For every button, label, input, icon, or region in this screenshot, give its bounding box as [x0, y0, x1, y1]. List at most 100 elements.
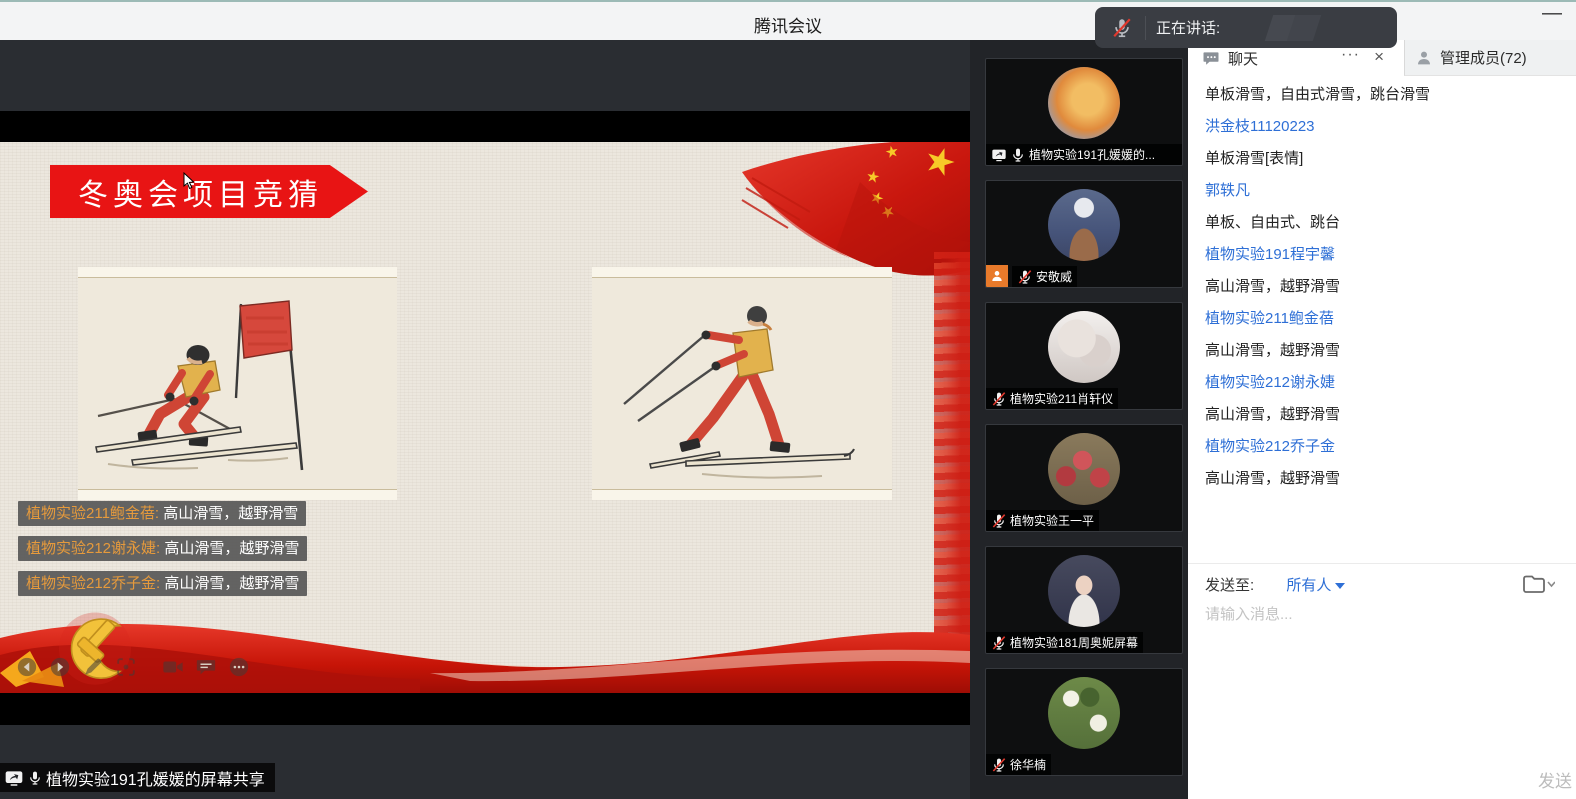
avatar [1048, 433, 1120, 505]
avatar [1048, 189, 1120, 261]
chat-message: 单板滑雪[表情] [1205, 148, 1563, 170]
participant-video-column: 植物实验191孔媛媛的... 安敬威 植物实验211肖轩仪 [970, 40, 1188, 799]
participant-name: 安敬威 [1036, 268, 1072, 285]
speaking-indicator: 正在讲话: [1095, 7, 1397, 48]
participant-tile[interactable]: 植物实验191孔媛媛的... [985, 58, 1183, 166]
chat-more-button[interactable]: ··· [1341, 46, 1360, 64]
chat-folder-button[interactable] [1521, 572, 1555, 596]
chat-sender: 郭轶凡 [1205, 180, 1563, 202]
crosscountry-skier-drawing [592, 277, 892, 490]
mic-icon [27, 770, 43, 786]
chat-message: 高山滑雪，越野滑雪 [1205, 340, 1563, 362]
participant-name: 植物实验211肖轩仪 [1010, 390, 1113, 407]
red-ribbon-decoration [0, 593, 970, 693]
next-slide-button[interactable] [49, 656, 71, 678]
mic-muted-icon [991, 513, 1007, 529]
chat-sender: 植物实验212乔子金 [1205, 436, 1563, 458]
chat-sender: 植物实验211鲍金蓓 [1205, 308, 1563, 330]
presentation-controls [16, 656, 261, 678]
mic-muted-icon [991, 391, 1007, 407]
screen-share-icon [991, 147, 1007, 163]
screen-share-label: 植物实验191孔媛媛的屏幕共享 [46, 766, 265, 790]
presentation-slide: 冬奥会项目竞猜 [0, 142, 970, 693]
participant-tile[interactable]: 徐华楠 [985, 668, 1183, 776]
participant-name-bar: 植物实验181周奥妮屏幕 [986, 632, 1143, 653]
alpine-skier-drawing [78, 277, 397, 490]
chat-message-list: 单板滑雪，自由式滑雪，跳台滑雪 洪金枝11120223 单板滑雪[表情] 郭轶凡… [1205, 84, 1563, 500]
mic-muted-icon [1111, 17, 1133, 39]
participant-name-bar: 徐华楠 [986, 754, 1051, 775]
chat-sender: 植物实验191程宇馨 [1205, 244, 1563, 266]
participant-name: 植物实验181周奥妮屏幕 [1010, 634, 1138, 651]
letterbox-top [0, 111, 970, 142]
participant-tile[interactable]: 植物实验181周奥妮屏幕 [985, 546, 1183, 654]
participant-tile[interactable]: 安敬威 [985, 180, 1183, 288]
camera-button[interactable] [162, 656, 184, 678]
mic-muted-icon [991, 757, 1007, 773]
comment-button[interactable] [195, 656, 217, 678]
participant-name-bar: 植物实验211肖轩仪 [986, 388, 1118, 409]
send-button[interactable]: 发送 [1538, 767, 1572, 792]
overlay-sender: 植物实验211鲍金蓓: [26, 505, 159, 522]
avatar [1048, 67, 1120, 139]
participant-name-bar: 植物实验191孔媛媛的... [986, 144, 1182, 165]
participant-tile[interactable]: 植物实验王一平 [985, 424, 1183, 532]
host-badge [986, 265, 1008, 287]
speaking-label: 正在讲话: [1156, 17, 1220, 38]
participant-name: 徐华楠 [1010, 756, 1046, 773]
chat-message: 高山滑雪，越野滑雪 [1205, 404, 1563, 426]
screen-share-icon [4, 768, 24, 788]
chat-sender: 洪金枝11120223 [1205, 116, 1563, 138]
chat-bubble-icon [1202, 49, 1220, 67]
chat-panel: 聊天 ··· × 管理成员(72) 单板滑雪，自由式滑雪，跳台滑雪 洪金枝111… [1188, 40, 1576, 799]
overlay-sender: 植物实验212乔子金: [26, 575, 160, 592]
divider [1145, 16, 1146, 40]
chat-close-button[interactable]: × [1374, 47, 1384, 67]
chat-message: 高山滑雪，越野滑雪 [1205, 276, 1563, 298]
participant-name-bar: 植物实验王一平 [986, 510, 1099, 531]
more-tools-button[interactable] [228, 656, 250, 678]
overlay-text: 高山滑雪，越野滑雪 [164, 540, 299, 557]
letterbox-bottom [0, 693, 970, 725]
avatar [1048, 677, 1120, 749]
pen-tool-button[interactable] [82, 656, 104, 678]
chat-sender: 植物实验212谢永婕 [1205, 372, 1563, 394]
message-input[interactable]: 请输入消息... [1205, 603, 1293, 624]
mic-muted-icon [1017, 269, 1033, 285]
participant-name: 植物实验王一平 [1010, 512, 1094, 529]
send-to-label: 发送至: [1205, 577, 1254, 594]
avatar [1048, 555, 1120, 627]
send-to-row: 发送至: 所有人 [1205, 574, 1563, 596]
send-to-dropdown[interactable]: 所有人 [1286, 577, 1331, 594]
slide-title-banner: 冬奥会项目竞猜 [50, 165, 368, 218]
divider [1188, 563, 1576, 564]
slide-overlay-message: 植物实验211鲍金蓓: 高山滑雪，越野滑雪 [18, 501, 306, 526]
chevron-down-icon[interactable] [1335, 583, 1345, 589]
shared-screen-area: 冬奥会项目竞猜 [0, 40, 970, 799]
prev-slide-button[interactable] [16, 656, 38, 678]
overlay-text: 高山滑雪，越野滑雪 [163, 505, 298, 522]
overlay-text: 高山滑雪，越野滑雪 [164, 575, 299, 592]
overlay-sender: 植物实验212谢永婕: [26, 540, 160, 557]
mic-muted-icon [991, 635, 1007, 651]
slide-image-crosscountry-skier [592, 267, 892, 500]
clipped-message-decoration [1212, 69, 1273, 75]
chat-message: 高山滑雪，越野滑雪 [1205, 468, 1563, 490]
avatar [1048, 311, 1120, 383]
tab-chat-label: 聊天 [1228, 48, 1258, 69]
person-icon [1415, 49, 1433, 67]
tab-manage-members[interactable]: 管理成员(72) [1404, 40, 1576, 76]
slide-image-alpine-skier [78, 267, 397, 500]
watermark-logo [1269, 15, 1339, 41]
mic-on-icon [1010, 147, 1026, 163]
screen-share-banner: 植物实验191孔媛媛的屏幕共享 [0, 763, 275, 792]
mouse-cursor-icon [183, 172, 195, 190]
laser-pointer-button[interactable] [115, 656, 137, 678]
participant-name: 植物实验191孔媛媛的... [1029, 146, 1155, 163]
minimize-button[interactable]: — [1542, 2, 1562, 25]
chat-message: 单板滑雪，自由式滑雪，跳台滑雪 [1205, 84, 1563, 106]
participant-tile[interactable]: 植物实验211肖轩仪 [985, 302, 1183, 410]
slide-overlay-message: 植物实验212谢永婕: 高山滑雪，越野滑雪 [18, 536, 307, 561]
participant-name-bar: 安敬威 [1012, 266, 1077, 287]
chat-message: 单板、自由式、跳台 [1205, 212, 1563, 234]
